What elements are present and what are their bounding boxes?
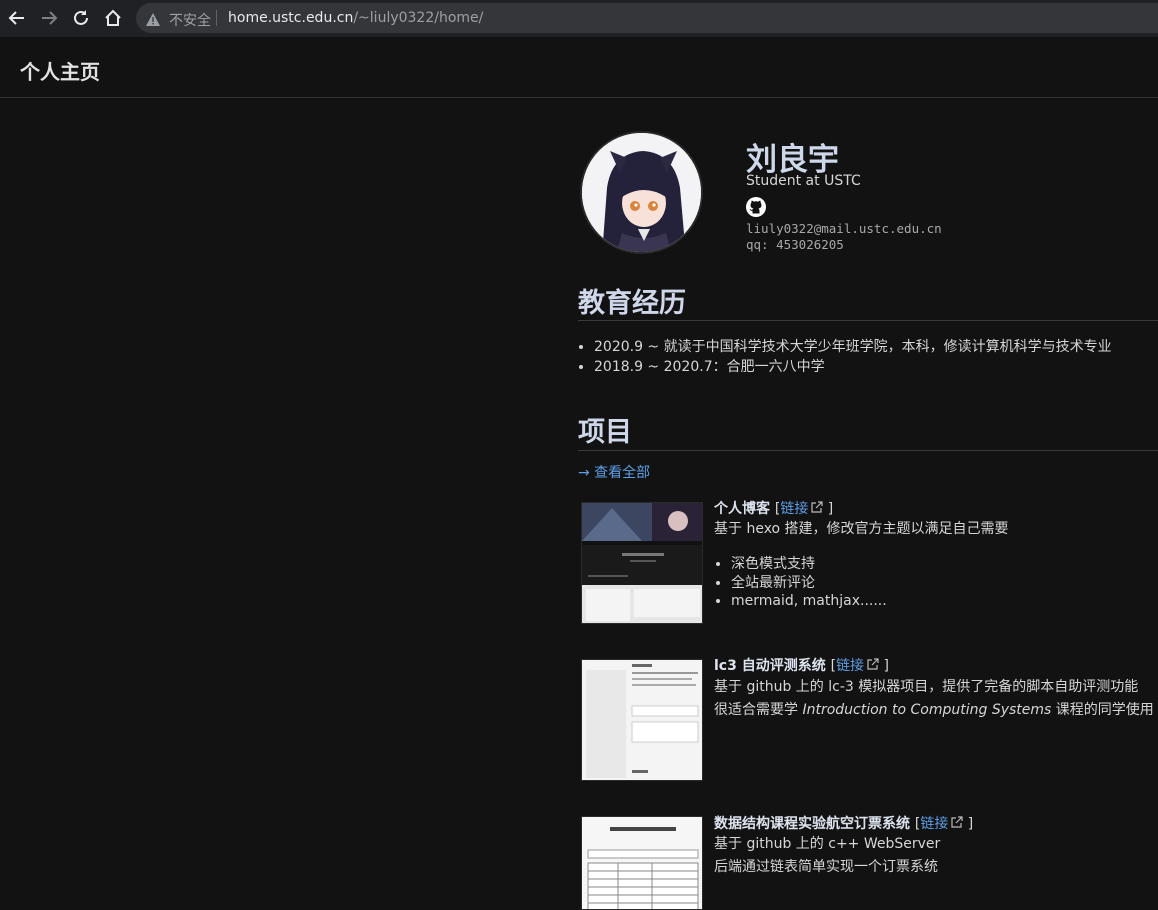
desc-pre: 很适合需要学: [714, 702, 803, 718]
project-thumbnail-booking[interactable]: [581, 816, 703, 910]
education-heading: 教育经历: [578, 288, 686, 319]
url-text[interactable]: home.ustc.edu.cn/~liuly0322/home/: [228, 10, 483, 26]
projects-heading: 项目: [578, 417, 632, 448]
forward-icon[interactable]: [37, 6, 61, 30]
warning-icon[interactable]: [146, 11, 160, 30]
email-text: liuly0322@mail.ustc.edu.cn: [746, 221, 942, 236]
reload-icon[interactable]: [69, 6, 93, 30]
project-thumbnail-lc3[interactable]: [581, 659, 703, 781]
list-item: 全站最新评论: [731, 574, 887, 593]
project-title: 个人博客 [链接 ]: [714, 498, 833, 518]
feature-list: 深色模式支持 全站最新评论 mermaid, mathjax......: [731, 555, 887, 611]
list-item: 深色模式支持: [731, 555, 887, 574]
project-desc: 基于 github 上的 lc-3 模拟器项目，提供了完备的脚本自助评测功能: [714, 679, 1139, 695]
browser-toolbar: 不安全 home.ustc.edu.cn/~liuly0322/home/: [0, 0, 1158, 37]
site-title[interactable]: 个人主页: [20, 56, 100, 85]
external-link-icon[interactable]: [951, 816, 963, 832]
list-item: 2018.9 ~ 2020.7：合肥一六八中学: [594, 357, 1112, 377]
external-link-icon[interactable]: [867, 658, 879, 674]
separator: [216, 10, 217, 26]
github-icon[interactable]: [746, 197, 766, 217]
bracket: ]: [963, 816, 974, 832]
projects-divider: [578, 450, 1158, 451]
project-desc: 基于 github 上的 c++ WebServer: [714, 836, 941, 852]
site-header: 个人主页: [0, 37, 1158, 98]
project-title-text: 数据结构课程实验航空订票系统: [714, 816, 910, 832]
view-all-link[interactable]: → 查看全部: [578, 462, 650, 482]
project-link[interactable]: 链接: [780, 501, 808, 517]
project-desc: 基于 hexo 搭建，修改官方主题以满足自己需要: [714, 521, 1009, 537]
address-bar[interactable]: 不安全 home.ustc.edu.cn/~liuly0322/home/: [136, 3, 1158, 33]
bracket: ]: [823, 501, 834, 517]
project-desc-2: 后端通过链表简单实现一个订票系统: [714, 859, 938, 875]
project-title-text: 个人博客: [714, 501, 770, 517]
education-list: 2020.9 ~ 就读于中国科学技术大学少年班学院，本科，修读计算机科学与技术专…: [594, 337, 1112, 377]
insecure-label[interactable]: 不安全: [169, 10, 211, 30]
project-link[interactable]: 链接: [836, 658, 864, 674]
list-item: 2020.9 ~ 就读于中国科学技术大学少年班学院，本科，修读计算机科学与技术专…: [594, 337, 1112, 357]
education-divider: [578, 320, 1158, 321]
project-desc-2: 很适合需要学 Introduction to Computing Systems…: [714, 699, 1154, 722]
profile-role: Student at USTC: [746, 173, 861, 189]
project-title: lc3 自动评测系统 [链接 ]: [714, 655, 889, 675]
course-name: Introduction to Computing Systems: [802, 702, 1052, 718]
external-link-icon[interactable]: [811, 501, 823, 517]
home-icon[interactable]: [101, 6, 125, 30]
project-title-text: lc3 自动评测系统: [714, 658, 826, 674]
url-host: home.ustc.edu.cn: [228, 10, 354, 26]
project-thumbnail-blog[interactable]: [581, 502, 703, 624]
avatar: [580, 131, 703, 254]
bracket: ]: [879, 658, 889, 674]
list-item: mermaid, mathjax......: [731, 592, 887, 611]
project-link[interactable]: 链接: [920, 816, 948, 832]
desc-post: 课程的同学使用: [1051, 702, 1154, 718]
qq-text: qq: 453026205: [746, 237, 844, 252]
project-title: 数据结构课程实验航空订票系统 [链接 ]: [714, 813, 973, 833]
url-path: /~liuly0322/home/: [353, 10, 484, 26]
back-icon[interactable]: [5, 6, 29, 30]
